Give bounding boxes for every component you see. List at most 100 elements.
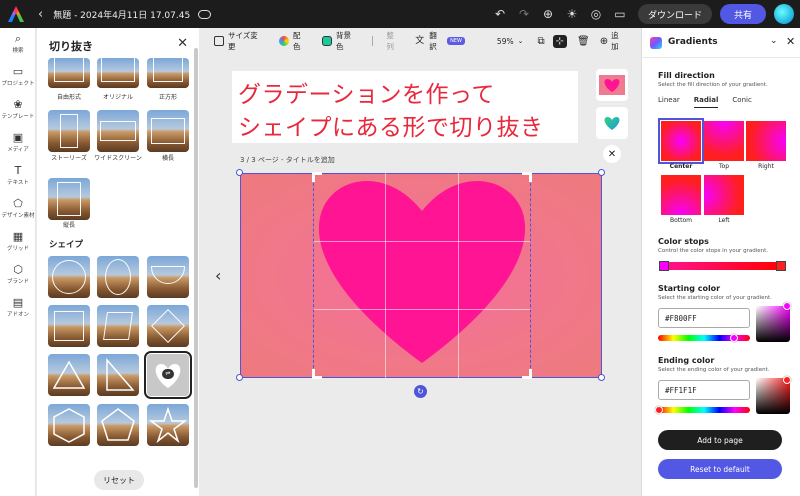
rail-item-media[interactable]: ▣ メディア xyxy=(0,127,36,160)
radial-right-swatch[interactable] xyxy=(746,121,786,161)
download-button[interactable]: ダウンロード xyxy=(637,4,712,24)
rail-item-templates[interactable]: ❀ テンプレート xyxy=(0,94,36,127)
adobe-express-logo[interactable] xyxy=(8,6,24,22)
tab-radial[interactable]: Radial xyxy=(693,96,719,108)
shape-right-triangle[interactable] xyxy=(97,354,139,396)
rail-item-projects[interactable]: ▭ プロジェクト xyxy=(0,61,36,94)
arrange-button[interactable]: 整列 xyxy=(372,30,401,52)
previous-page-icon[interactable]: ‹ xyxy=(215,266,221,285)
radial-bottom-swatch[interactable] xyxy=(661,175,701,215)
close-icon[interactable]: ✕ xyxy=(786,35,795,48)
add-to-page-button[interactable]: Add to page xyxy=(658,430,782,450)
ending-color-input[interactable]: #FF1F1F xyxy=(658,380,750,400)
radial-top-swatch[interactable] xyxy=(704,121,744,161)
starting-color-input[interactable]: #F800FF xyxy=(658,308,750,328)
palette-icon xyxy=(279,36,290,46)
resize-handle-tr[interactable] xyxy=(598,169,605,176)
rail-item-grid[interactable]: ▦ グリッド xyxy=(0,226,36,259)
radial-left-swatch[interactable] xyxy=(704,175,744,215)
undo-icon[interactable]: ↶ xyxy=(488,7,512,21)
starting-picker-knob[interactable] xyxy=(783,302,791,310)
starting-color-picker[interactable] xyxy=(756,306,790,342)
crop-widescreen[interactable] xyxy=(97,110,139,152)
present-icon[interactable]: ◎ xyxy=(584,7,608,21)
shape-star[interactable] xyxy=(147,404,189,446)
shape-diamond[interactable] xyxy=(147,305,189,347)
crop-freeform[interactable] xyxy=(48,58,90,88)
redo-icon[interactable]: ↷ xyxy=(512,7,536,21)
shape-square[interactable] xyxy=(48,305,90,347)
translate-button[interactable]: 文翻訳 NEW xyxy=(415,30,465,52)
tab-linear[interactable]: Linear xyxy=(658,96,680,108)
crop-label: オリジナル xyxy=(102,94,133,101)
shape-half-circle[interactable] xyxy=(147,256,189,298)
invite-icon[interactable]: ⊕ xyxy=(536,7,560,21)
crop-icon[interactable]: ⊹ xyxy=(552,34,567,48)
shape-parallelogram[interactable] xyxy=(97,305,139,347)
resize-handle-bl[interactable] xyxy=(236,374,243,381)
rail-item-addons[interactable]: ▤ アドオン xyxy=(0,292,36,325)
color-label: 配色 xyxy=(293,31,301,51)
comment-icon[interactable]: ▭ xyxy=(608,7,632,21)
resize-handle-tl[interactable] xyxy=(236,169,243,176)
shape-oval[interactable] xyxy=(97,256,139,298)
avatar[interactable] xyxy=(774,4,794,24)
chevron-down-icon[interactable]: ⌄ xyxy=(770,36,778,46)
rail-item-brand[interactable]: ⬡ ブランド xyxy=(0,259,36,292)
crop-stories[interactable] xyxy=(48,110,90,152)
reset-button[interactable]: リセット xyxy=(94,470,144,490)
crop-portrait[interactable] xyxy=(48,178,90,220)
shape-triangle[interactable] xyxy=(48,354,90,396)
page-thumb-green-heart[interactable] xyxy=(596,107,628,139)
color-stops-bar[interactable] xyxy=(662,262,782,270)
share-button[interactable]: 共有 xyxy=(719,4,766,24)
crop-square[interactable] xyxy=(147,58,189,88)
crop-corner-bl[interactable] xyxy=(312,369,322,379)
heart-shape-image[interactable] xyxy=(312,172,532,379)
ending-picker-knob[interactable] xyxy=(783,376,791,384)
rail-item-design-assets[interactable]: ⬠ デザイン素材 xyxy=(0,193,36,226)
crop-landscape[interactable] xyxy=(147,110,189,152)
crop-corner-br[interactable] xyxy=(522,369,532,379)
close-icon[interactable]: ✕ xyxy=(603,145,621,163)
crop-corner-tl[interactable] xyxy=(312,172,322,182)
shape-pentagon[interactable] xyxy=(97,404,139,446)
end-stop-handle[interactable] xyxy=(776,261,786,271)
radial-center-swatch[interactable] xyxy=(658,118,704,164)
reset-to-default-button[interactable]: Reset to default xyxy=(658,459,782,479)
resize-handle-br[interactable] xyxy=(598,374,605,381)
document-title[interactable]: 無題 - 2024年4月11日 17.07.45 xyxy=(53,8,190,21)
background-color-button[interactable]: 背景色 xyxy=(321,30,358,52)
panel-scrollbar[interactable] xyxy=(194,48,198,488)
rotate-handle-icon[interactable]: ↻ xyxy=(414,385,427,398)
back-chevron-icon[interactable]: ‹ xyxy=(38,7,43,22)
add-button[interactable]: ⊕ 追加 xyxy=(600,30,626,52)
ending-hue-slider[interactable] xyxy=(658,407,750,413)
zoom-control[interactable]: 59% ⌄ xyxy=(497,37,524,46)
lightbulb-icon[interactable]: ☀ xyxy=(560,7,584,21)
adjust-icon[interactable]: ⇌ xyxy=(162,369,174,379)
shape-outline xyxy=(52,260,86,294)
shape-heart[interactable]: ⇌ xyxy=(144,351,192,399)
page-thumb-heart[interactable] xyxy=(596,69,628,101)
start-stop-handle[interactable] xyxy=(659,261,669,271)
rail-item-search[interactable]: ⌕ 検索 xyxy=(0,28,36,61)
rail-item-text[interactable]: T テキスト xyxy=(0,160,36,193)
tab-conic[interactable]: Conic xyxy=(732,96,751,108)
shape-hexagon[interactable] xyxy=(48,404,90,446)
page-caption[interactable]: 3 / 3 ページ - タイトルを追加 xyxy=(240,155,335,165)
trash-icon[interactable]: 🗑 xyxy=(577,36,590,47)
close-icon[interactable]: ✕ xyxy=(177,36,188,51)
color-button[interactable]: 配色 xyxy=(279,30,308,52)
shape-circle[interactable] xyxy=(48,256,90,298)
canvas-toolbar: サイズ変更 配色 背景色 整列 文翻訳 NEW 59% ⌄ ⧉ ⊹ 🗑 ⊕ 追加 xyxy=(200,28,640,54)
crop-original[interactable] xyxy=(97,58,139,88)
resize-button[interactable]: サイズ変更 xyxy=(214,30,265,52)
rail-label: テンプレート xyxy=(1,114,35,120)
starting-hue-knob[interactable] xyxy=(730,334,738,342)
crop-corner-tr[interactable] xyxy=(522,172,532,182)
ending-hue-knob[interactable] xyxy=(655,406,663,414)
zoom-value: 59% xyxy=(496,36,514,46)
swatch-label: Center xyxy=(669,163,693,170)
pages-icon[interactable]: ⧉ xyxy=(537,36,544,47)
